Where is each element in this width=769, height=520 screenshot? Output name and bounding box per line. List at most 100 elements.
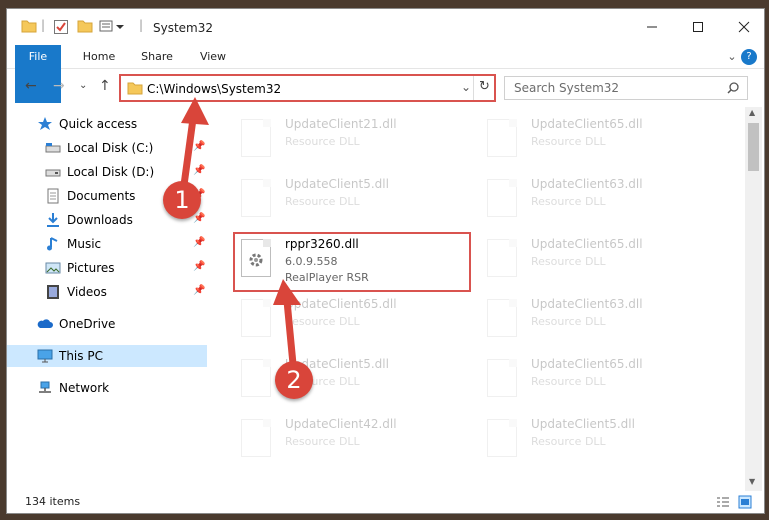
star-icon <box>38 117 52 130</box>
folder-icon <box>127 82 143 95</box>
ribbon-tabs: File Home Share View ⌄ ? <box>7 45 764 103</box>
status-bar: 134 items <box>7 491 764 513</box>
file-item[interactable]: UpdateClient5.dll Resource DLL <box>235 173 465 231</box>
file-item[interactable]: UpdateClient65.dll Resource DLL <box>481 233 711 291</box>
file-item[interactable]: UpdateClient65.dll Resource DLL <box>235 293 465 351</box>
back-arrow-icon[interactable]: ← <box>25 78 37 94</box>
cloud-icon <box>37 319 53 328</box>
drive-icon <box>45 169 61 177</box>
file-name: UpdateClient63.dll <box>531 297 643 311</box>
vertical-scrollbar[interactable]: ▲ ▼ <box>745 107 762 492</box>
dll-file-icon <box>241 299 271 337</box>
sidebar-item-onedrive[interactable]: OneDrive <box>7 313 207 335</box>
large-icons-view-icon[interactable] <box>738 495 752 509</box>
chevron-down-icon[interactable]: ⌄ <box>723 45 741 69</box>
sidebar-item-network[interactable]: Network <box>7 377 207 399</box>
file-type: Resource DLL <box>285 195 360 208</box>
scrollbar-thumb[interactable] <box>748 123 759 171</box>
file-name: UpdateClient21.dll <box>285 117 397 131</box>
file-item[interactable]: UpdateClient5.dll Resource DLL <box>481 413 711 471</box>
dll-file-icon <box>487 119 517 157</box>
sidebar-item-this-pc[interactable]: This PC <box>7 345 207 367</box>
sidebar-item-pictures[interactable]: Pictures 📌 <box>7 257 207 279</box>
search-input[interactable]: Search System32 <box>504 76 748 100</box>
properties-icon[interactable] <box>53 19 69 35</box>
item-count: 134 items <box>25 495 81 508</box>
separator: | <box>139 18 144 32</box>
file-type: Resource DLL <box>531 315 606 328</box>
file-name: UpdateClient65.dll <box>531 117 643 131</box>
file-item[interactable]: UpdateClient21.dll Resource DLL <box>235 113 465 171</box>
file-type: Resource DLL <box>285 135 360 148</box>
file-item[interactable]: UpdateClient65.dll Resource DLL <box>481 113 711 171</box>
refresh-icon[interactable]: ↻ <box>479 79 490 94</box>
dll-file-icon <box>241 179 271 217</box>
scroll-up-icon[interactable]: ▲ <box>749 108 755 117</box>
navigation-bar: ← → ⌄ ↑ C:\Windows\System32 ⌄ ↻ Search S… <box>7 70 764 104</box>
recent-locations-icon[interactable]: ⌄ <box>79 80 87 91</box>
sidebar-item-label: This PC <box>59 349 103 363</box>
dll-file-icon <box>487 239 517 277</box>
pin-icon[interactable]: 📌 <box>193 261 205 272</box>
folder-icon[interactable] <box>21 19 37 33</box>
callout-badge-1: 1 <box>163 181 201 219</box>
drive-icon <box>45 143 61 153</box>
sidebar-item-label: Network <box>59 381 110 395</box>
file-type: Resource DLL <box>531 435 606 448</box>
sidebar-item-music[interactable]: Music 📌 <box>7 233 207 255</box>
dll-file-icon <box>487 299 517 337</box>
pin-icon[interactable]: 📌 <box>193 285 205 296</box>
file-name: UpdateClient65.dll <box>531 237 643 251</box>
file-name: UpdateClient42.dll <box>285 417 397 431</box>
sidebar-item-label: Downloads <box>67 213 133 227</box>
file-name: UpdateClient5.dll <box>531 417 635 431</box>
tab-share[interactable]: Share <box>131 45 183 69</box>
sidebar-item-label: OneDrive <box>59 317 116 331</box>
dll-file-icon <box>241 359 271 397</box>
file-item[interactable]: UpdateClient63.dll Resource DLL <box>481 173 711 231</box>
sidebar-item-label: Local Disk (D:) <box>67 165 155 179</box>
sidebar-item-label: Local Disk (C:) <box>67 141 154 155</box>
help-icon[interactable]: ? <box>741 49 757 65</box>
close-button[interactable] <box>721 9 764 45</box>
sidebar-item-videos[interactable]: Videos 📌 <box>7 281 207 303</box>
file-type: Resource DLL <box>531 195 606 208</box>
computer-icon <box>37 349 53 363</box>
dll-file-icon <box>487 359 517 397</box>
file-item[interactable]: UpdateClient42.dll Resource DLL <box>235 413 465 471</box>
customize-quick-access-icon[interactable] <box>99 19 125 33</box>
dll-file-icon <box>241 419 271 457</box>
file-type: Resource DLL <box>531 375 606 388</box>
divider <box>473 76 474 100</box>
minimize-button[interactable] <box>629 9 675 45</box>
tab-view[interactable]: View <box>189 45 237 69</box>
explorer-window: | | System32 File Home Share View ⌄ ? ← <box>6 8 765 514</box>
forward-arrow-icon[interactable]: → <box>53 78 65 94</box>
file-item[interactable]: UpdateClient5.dll Resource DLL <box>235 353 465 411</box>
maximize-button[interactable] <box>675 9 721 45</box>
window-title: System32 <box>153 21 214 35</box>
search-icon[interactable] <box>727 82 739 94</box>
search-placeholder: Search System32 <box>514 81 620 95</box>
documents-icon <box>47 188 59 204</box>
separator: | <box>41 18 46 32</box>
details-view-icon[interactable] <box>716 496 730 508</box>
sidebar-item-label: Videos <box>67 285 107 299</box>
dll-file-icon <box>487 419 517 457</box>
file-name: UpdateClient65.dll <box>531 357 643 371</box>
tab-home[interactable]: Home <box>73 45 125 69</box>
up-arrow-icon[interactable]: ↑ <box>99 78 111 94</box>
callout-badge-2: 2 <box>275 361 313 399</box>
new-folder-icon[interactable] <box>77 19 93 33</box>
dll-file-icon <box>487 179 517 217</box>
music-icon <box>47 237 58 251</box>
scroll-down-icon[interactable]: ▼ <box>749 477 755 486</box>
chevron-down-icon[interactable]: ⌄ <box>461 80 471 94</box>
title-bar: | | System32 <box>7 9 764 45</box>
file-name: UpdateClient5.dll <box>285 177 389 191</box>
address-path[interactable]: C:\Windows\System32 <box>147 82 281 96</box>
file-item[interactable]: UpdateClient63.dll Resource DLL <box>481 293 711 351</box>
pin-icon[interactable]: 📌 <box>193 237 205 248</box>
file-item[interactable]: UpdateClient65.dll Resource DLL <box>481 353 711 411</box>
file-highlight-box <box>233 232 471 292</box>
